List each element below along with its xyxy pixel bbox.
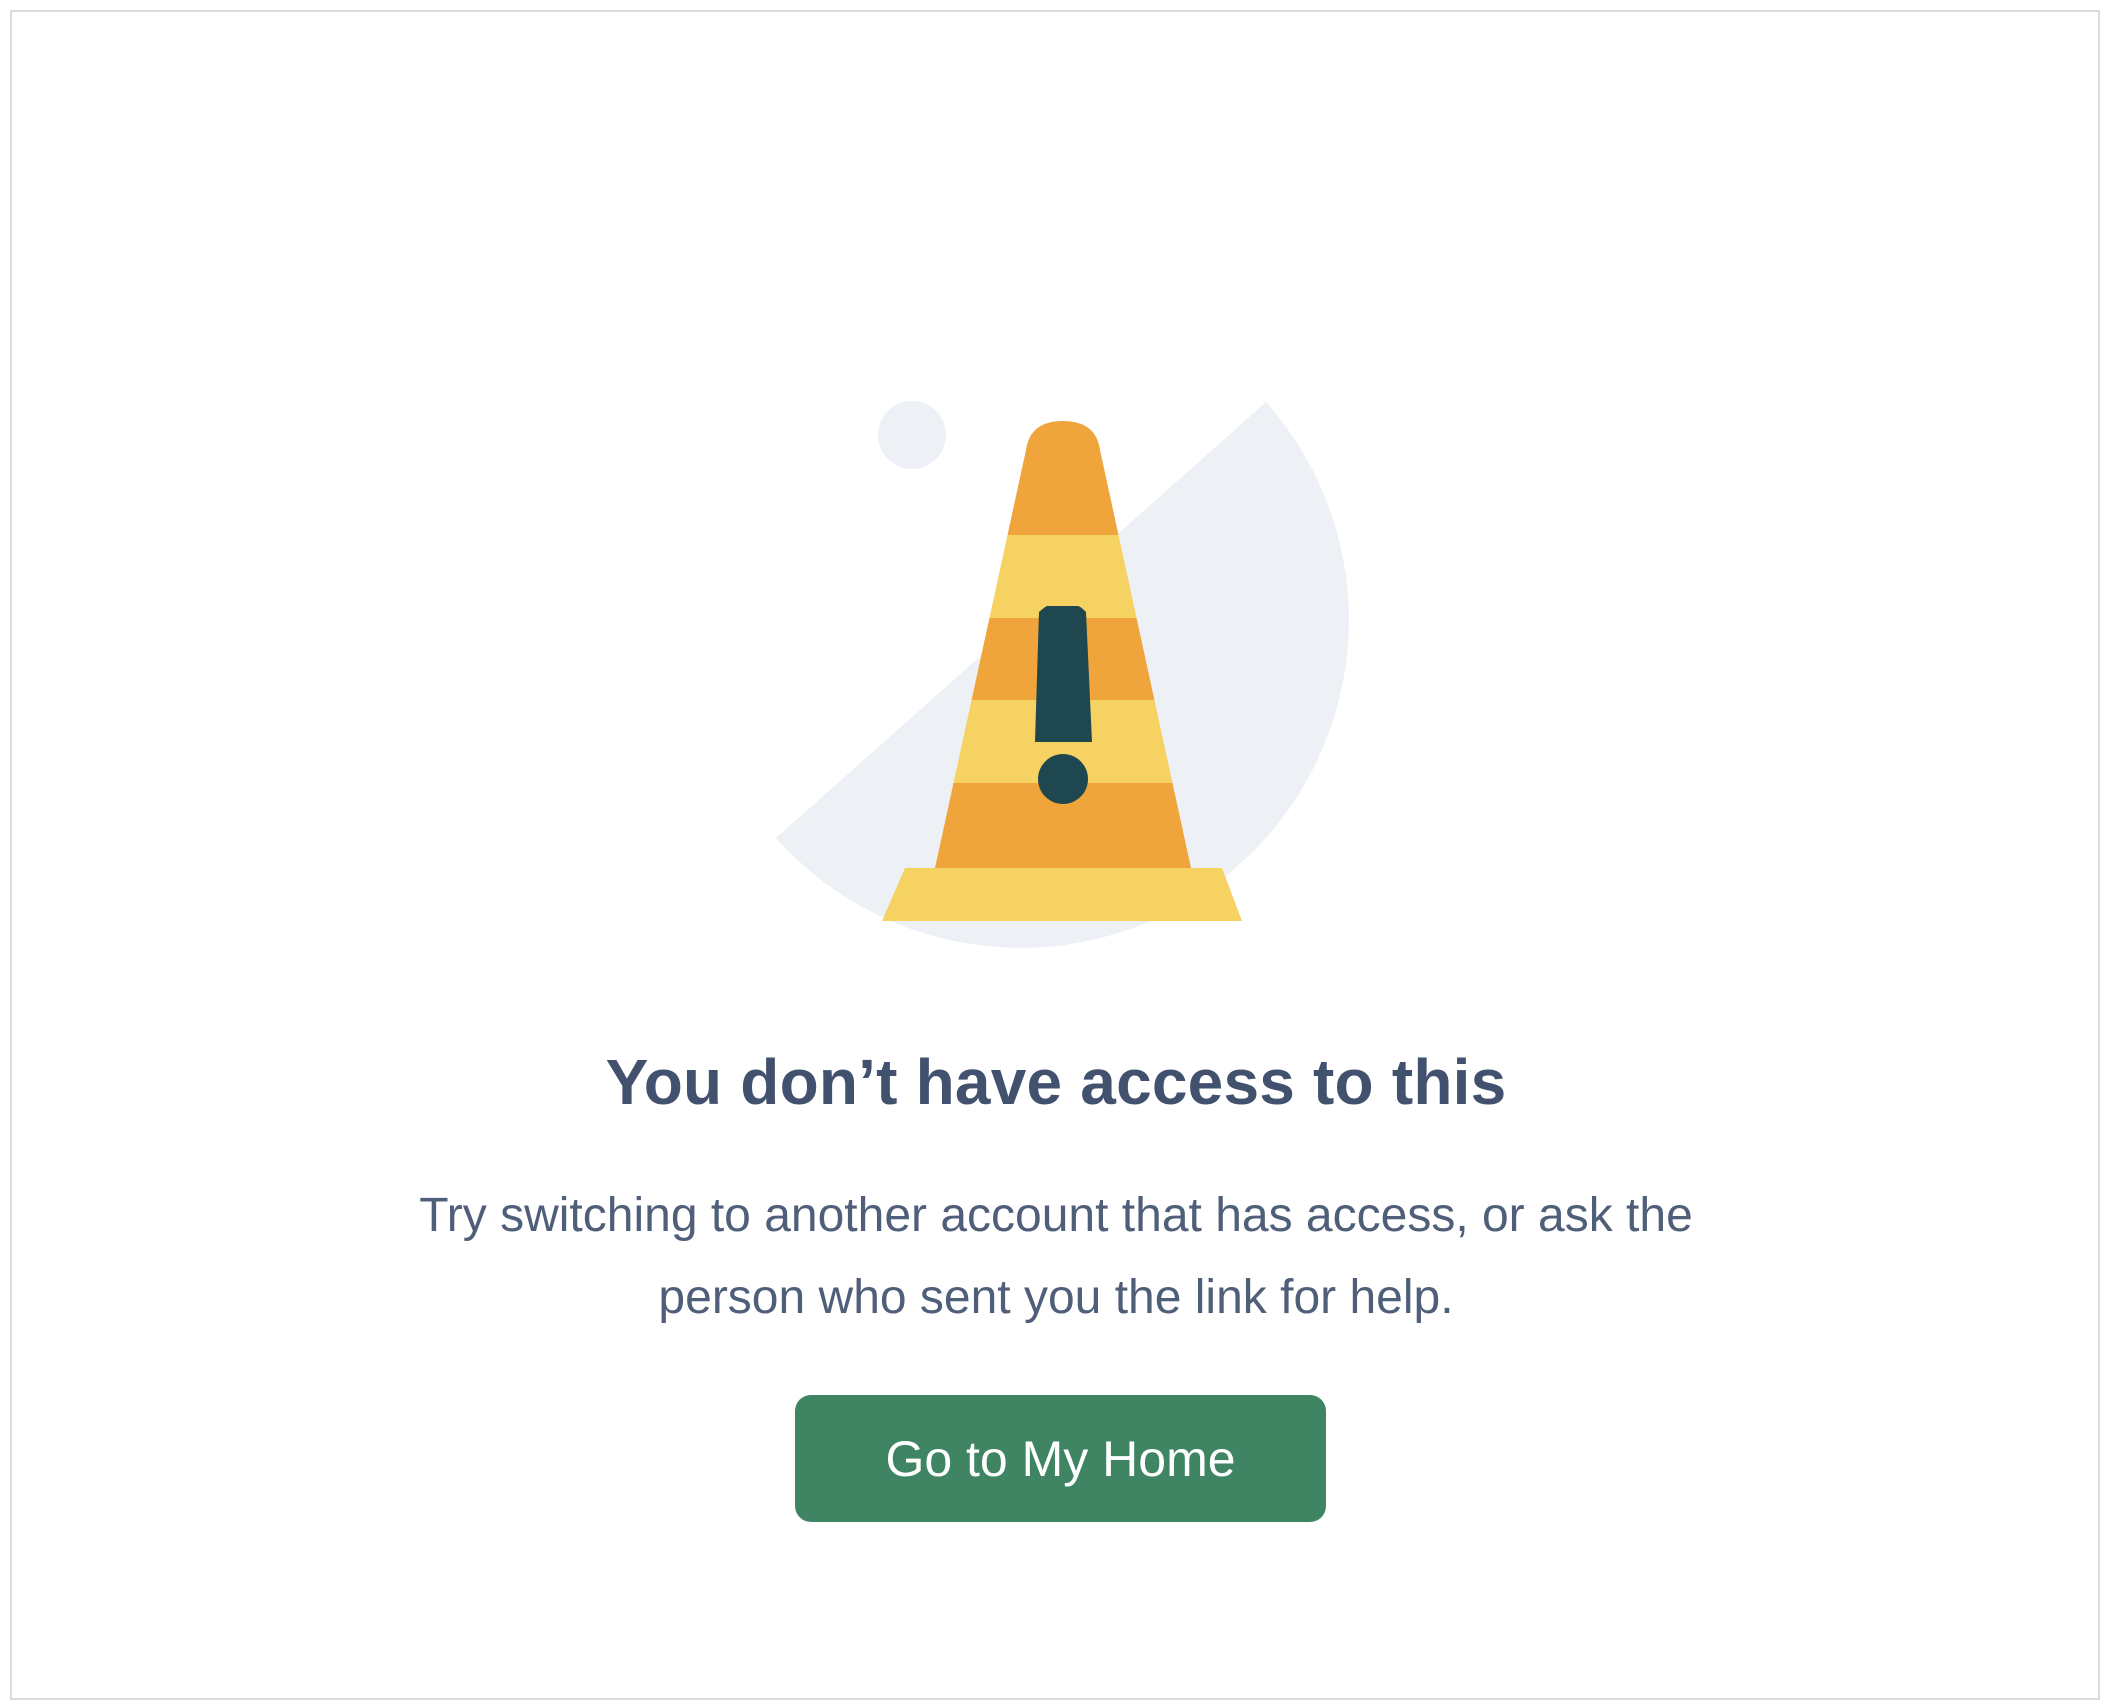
cone-base <box>882 868 1242 921</box>
exclamation-mark <box>1035 606 1092 742</box>
error-message-line: person who sent you the link for help. <box>658 1271 1454 1324</box>
decor-dot <box>878 401 946 469</box>
traffic-cone-warning-icon <box>776 401 1349 948</box>
go-to-my-home-button[interactable]: Go to My Home <box>795 1395 1326 1522</box>
error-message: Try switching to another account that ha… <box>0 1175 2112 1339</box>
error-message-line: Try switching to another account that ha… <box>419 1189 1693 1242</box>
page-title: You don’t have access to this <box>605 1046 1507 1118</box>
exclamation-dot <box>1038 754 1088 804</box>
